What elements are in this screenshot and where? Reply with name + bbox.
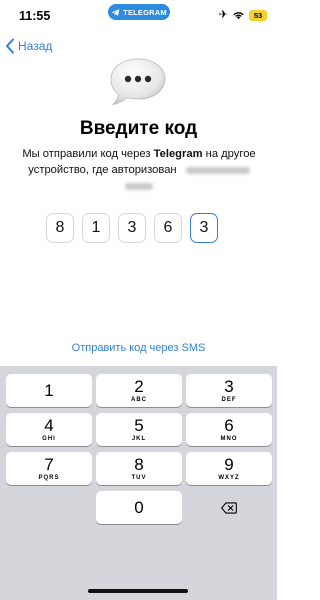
numeric-keyboard: 1 2 ABC 3 DEF 4 GHI 5 JKL 6 MNO 7 PQRS 8… — [0, 366, 277, 600]
key-digit: 1 — [44, 380, 54, 400]
home-indicator — [88, 589, 188, 593]
redacted-phone-end — [125, 182, 153, 190]
chat-bubble-icon — [110, 58, 166, 106]
key-0[interactable]: 0 — [96, 491, 182, 524]
key-digit: 4 — [44, 415, 54, 435]
telegram-plane-icon — [111, 8, 120, 16]
code-digit-box-active[interactable]: 3 — [190, 213, 218, 243]
status-bar: 11:55 TELEGRAM ✈ 53 — [0, 0, 277, 34]
key-letters: JKL — [131, 435, 147, 442]
key-8[interactable]: 8 TUV — [96, 452, 182, 485]
key-digit: 8 — [134, 454, 144, 474]
key-1[interactable]: 1 — [6, 374, 92, 407]
airplane-icon: ✈ — [218, 9, 228, 21]
key-4[interactable]: 4 GHI — [6, 413, 92, 446]
key-letters: TUV — [131, 474, 147, 481]
page-title: Введите код — [79, 118, 198, 139]
desc-app-name: Telegram — [153, 148, 203, 160]
key-letters: MNO — [220, 435, 238, 442]
key-digit: 0 — [134, 497, 144, 517]
key-letters: WXYZ — [218, 474, 240, 481]
key-letters: DEF — [221, 396, 237, 403]
status-time: 11:55 — [19, 9, 51, 23]
backspace-icon — [221, 501, 237, 514]
key-2[interactable]: 2 ABC — [96, 374, 182, 407]
key-digit: 5 — [134, 415, 144, 435]
back-label: Назад — [18, 39, 53, 53]
status-icons: ✈ 53 — [219, 10, 267, 21]
key-letters: PQRS — [38, 474, 60, 481]
key-3[interactable]: 3 DEF — [186, 374, 272, 407]
wifi-icon — [233, 12, 244, 20]
key-9[interactable]: 9 WXYZ — [186, 452, 272, 485]
key-6[interactable]: 6 MNO — [186, 413, 272, 446]
key-digit: 3 — [224, 376, 234, 396]
code-description: Мы отправили код через Telegram на друго… — [14, 146, 264, 194]
redacted-phone — [185, 166, 250, 174]
key-5[interactable]: 5 JKL — [96, 413, 182, 446]
code-digit-box[interactable]: 8 — [46, 213, 74, 243]
telegram-pill[interactable]: TELEGRAM — [108, 4, 170, 20]
key-letters: GHI — [42, 435, 56, 442]
key-digit: 6 — [224, 415, 234, 435]
code-input-row[interactable]: 8 1 3 6 3 — [46, 213, 218, 243]
key-digit: 9 — [224, 454, 234, 474]
key-7[interactable]: 7 PQRS — [6, 452, 92, 485]
back-button[interactable]: Назад — [5, 38, 52, 54]
key-digit: 2 — [134, 376, 144, 396]
battery-indicator: 53 — [249, 10, 267, 21]
code-digit-box[interactable]: 6 — [154, 213, 182, 243]
delete-key[interactable] — [186, 491, 272, 524]
chevron-left-icon — [6, 38, 14, 54]
desc-prefix: Мы отправили код через — [22, 148, 154, 160]
code-digit-box[interactable]: 3 — [118, 213, 146, 243]
send-sms-link[interactable]: Отправить код через SMS — [0, 342, 277, 354]
code-digit-box[interactable]: 1 — [82, 213, 110, 243]
key-letters: ABC — [131, 396, 147, 403]
key-digit: 7 — [44, 454, 54, 474]
telegram-pill-label: TELEGRAM — [123, 7, 167, 17]
